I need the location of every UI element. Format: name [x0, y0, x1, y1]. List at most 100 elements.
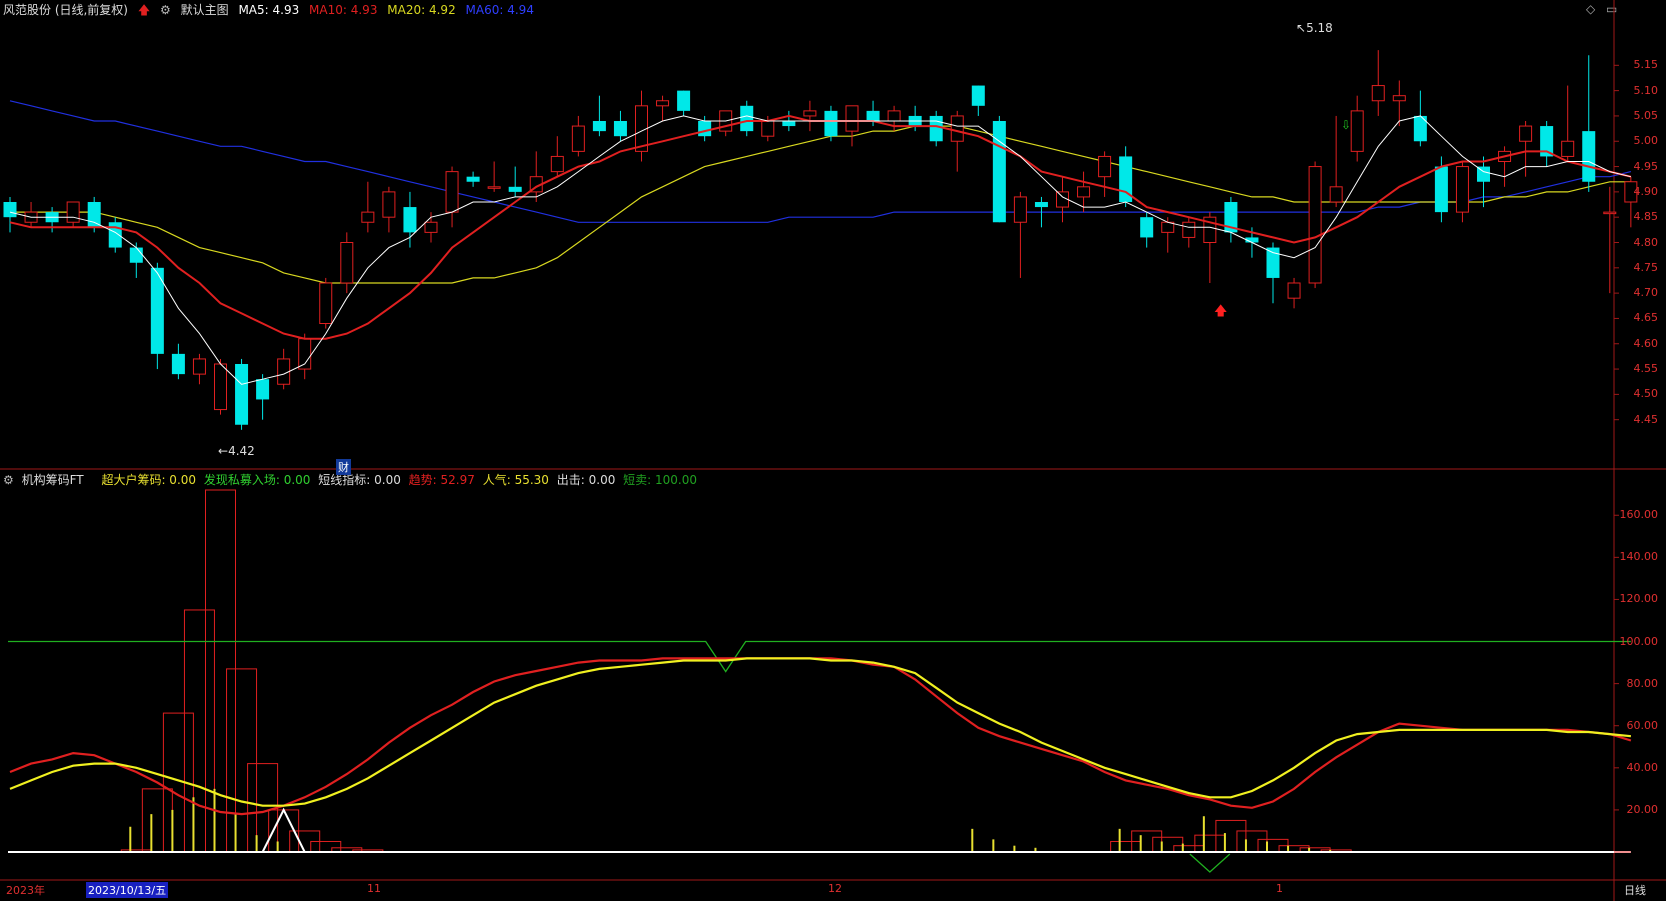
candle-body	[1140, 217, 1154, 238]
candle-body	[761, 120, 775, 137]
candle-body	[1308, 166, 1322, 284]
candle-body	[1013, 196, 1027, 223]
x-axis-month-12: 12	[828, 882, 842, 895]
y-tick-label: 4.55	[1633, 362, 1659, 376]
x-axis-year: 2023年	[6, 884, 45, 897]
y-tick-label: 100.00	[1619, 634, 1659, 648]
y-tick-label: 4.95	[1633, 159, 1659, 173]
y-tick-label: 5.15	[1633, 58, 1659, 72]
candle-body	[171, 353, 185, 375]
y-tick-label: 4.60	[1633, 336, 1659, 350]
candle-body	[992, 121, 1006, 223]
y-tick-label: 120.00	[1619, 592, 1659, 606]
candle-body	[1098, 155, 1112, 178]
y-tick-label: 5.00	[1633, 134, 1659, 148]
candle-body	[403, 207, 417, 233]
candle-body	[340, 242, 354, 284]
candle-body	[424, 221, 438, 233]
candle-body	[1519, 125, 1533, 142]
y-tick-label: 4.70	[1633, 286, 1659, 300]
candle-body	[656, 100, 670, 107]
cursor-date: 2023/10/13/五	[86, 882, 169, 898]
candle-body	[571, 125, 585, 152]
y-tick-label: 5.10	[1633, 83, 1659, 97]
candle-body	[361, 211, 375, 223]
candle-body	[214, 363, 227, 411]
candle-body	[508, 186, 522, 192]
candle-body	[1182, 221, 1196, 238]
candle-body	[971, 85, 985, 106]
y-tick-label: 4.85	[1633, 210, 1659, 224]
chip-box	[1110, 840, 1142, 853]
candle-body	[466, 176, 480, 182]
candle-body	[677, 90, 691, 111]
y-tick-label: 20.00	[1626, 802, 1659, 816]
chip-box	[141, 788, 173, 853]
candle-body	[1434, 166, 1448, 213]
y-tick-label: 4.75	[1633, 260, 1659, 274]
candle-body	[950, 115, 964, 142]
high-price-label: ↖5.18	[1296, 21, 1333, 35]
candle-body	[592, 121, 606, 132]
candle-body	[66, 201, 80, 223]
candle-body	[487, 186, 501, 189]
y-tick-label: 60.00	[1626, 718, 1659, 732]
y-tick-label: 40.00	[1626, 760, 1659, 774]
candle-body	[87, 202, 101, 228]
popularity-line	[9, 657, 1632, 807]
candle-body	[550, 155, 564, 173]
short-sell-line	[8, 640, 1631, 673]
sell-arrow-icon: ⇩	[1341, 118, 1352, 132]
candle-body	[382, 191, 396, 218]
candle-body	[108, 222, 122, 248]
candle-body	[1287, 282, 1301, 299]
y-tick-label: 4.65	[1633, 311, 1659, 325]
candle-body	[3, 202, 17, 218]
candle-body	[1582, 131, 1596, 182]
candle-body	[1034, 202, 1048, 208]
candle-body	[192, 358, 206, 375]
candle-body	[866, 110, 880, 121]
y-tick-label: 4.45	[1633, 412, 1659, 426]
chip-box	[1194, 834, 1226, 853]
low-value: 4.42	[228, 444, 255, 458]
candle-body	[129, 247, 143, 263]
candle-body	[782, 121, 796, 127]
y-tick-label: 4.80	[1633, 235, 1659, 249]
x-axis-month-1: 1	[1276, 882, 1283, 895]
chip-box	[1152, 836, 1184, 853]
financial-report-badge[interactable]: 财	[336, 459, 351, 475]
candle-body	[1455, 166, 1469, 213]
candle-body	[1392, 95, 1406, 102]
y-tick-label: 160.00	[1619, 508, 1659, 522]
y-tick-label: 4.50	[1633, 387, 1659, 401]
chip-box	[183, 609, 215, 853]
candle-body	[1350, 110, 1364, 152]
low-price-label: ←4.42	[218, 444, 255, 458]
candle-body	[740, 105, 754, 132]
candle-body	[613, 121, 627, 137]
high-value: 5.18	[1306, 21, 1333, 35]
candle-body	[887, 110, 901, 122]
main-chart	[3, 50, 1638, 430]
ma5-line	[9, 115, 1632, 385]
candle-body	[698, 121, 712, 137]
entry-signal	[1189, 853, 1231, 873]
candle-body	[1561, 140, 1575, 157]
chip-box	[226, 668, 258, 853]
candle-body	[1371, 85, 1385, 102]
candle-body	[256, 379, 270, 400]
trend-line	[9, 657, 1632, 816]
y-tick-label: 4.90	[1633, 184, 1659, 198]
candle-body	[319, 282, 333, 324]
chip-box	[1236, 830, 1268, 853]
period-label[interactable]: 日线	[1624, 882, 1646, 898]
y-tick-label: 140.00	[1619, 550, 1659, 564]
candle-body	[1329, 186, 1343, 203]
candle-body	[1077, 186, 1091, 198]
candle-body	[929, 115, 943, 142]
buy-arrow-icon: 🡅	[1214, 304, 1228, 319]
x-axis-month-11: 11	[367, 882, 381, 895]
candle-body	[845, 105, 859, 132]
candle-body	[824, 110, 838, 137]
